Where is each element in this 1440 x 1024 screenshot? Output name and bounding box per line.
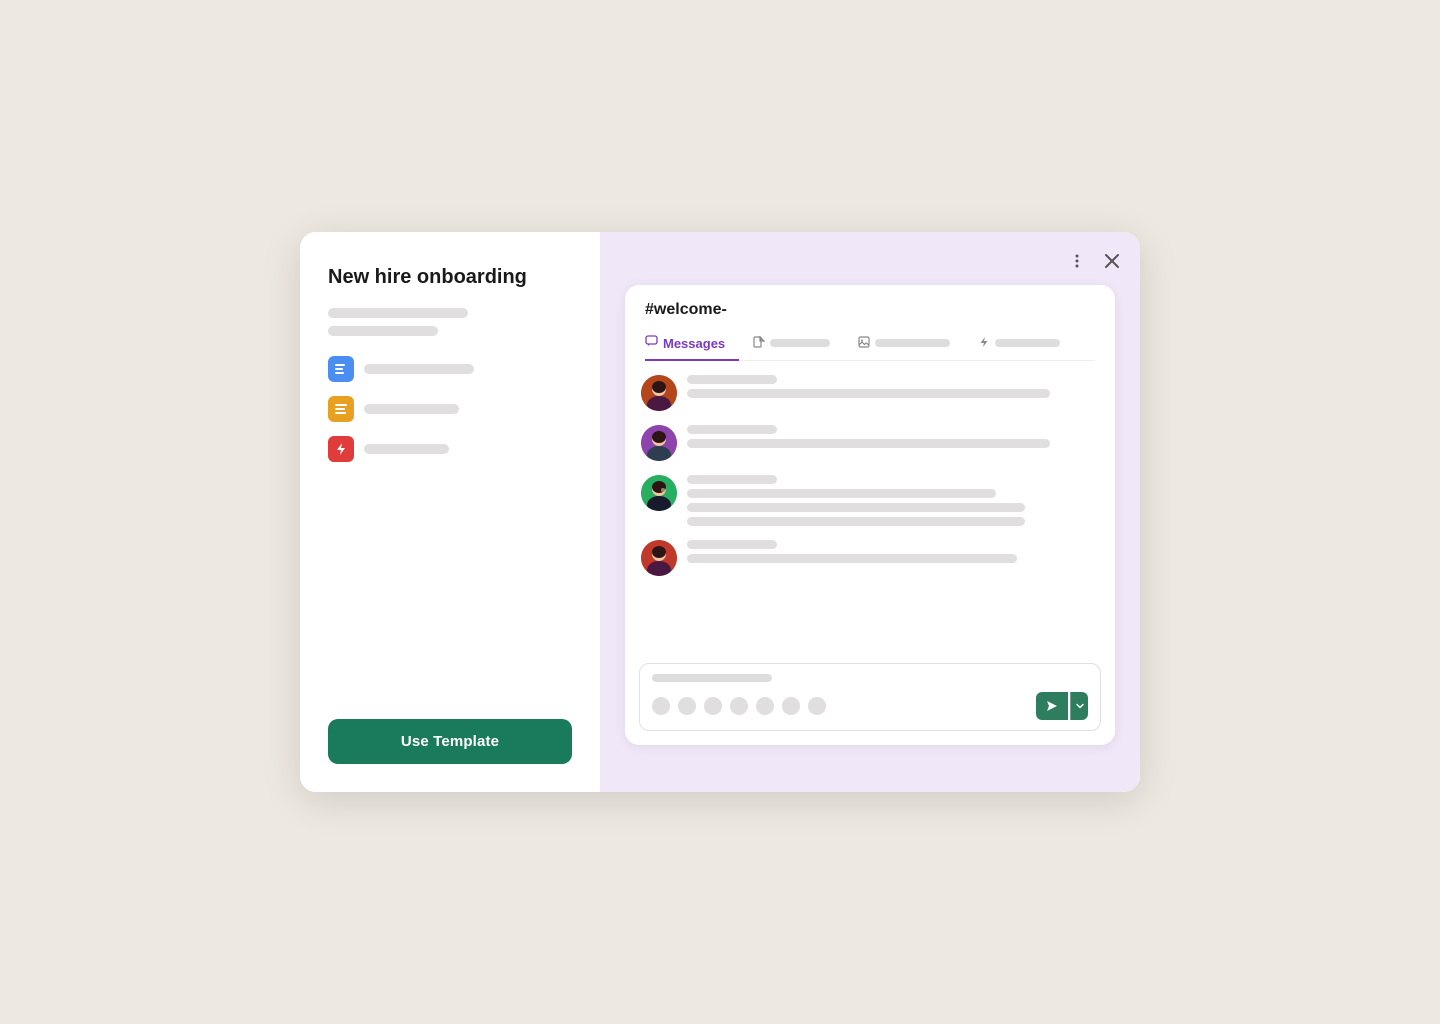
- message-row-4: [641, 540, 1099, 576]
- feature-item-1: [328, 356, 572, 382]
- toolbar-icon-6: [782, 697, 800, 715]
- msg-line-1a: [687, 389, 1050, 398]
- msg-name-skeleton-3: [687, 475, 777, 484]
- description-skeleton-1: [328, 308, 468, 318]
- msg-name-skeleton-2: [687, 425, 777, 434]
- tab-messages[interactable]: Messages: [645, 329, 739, 361]
- avatar-1: [641, 375, 677, 411]
- chat-bubble-icon: [645, 335, 658, 348]
- right-panel: #welcome- Messages: [600, 232, 1140, 792]
- msg-line-3c: [687, 517, 1025, 526]
- tab-automations[interactable]: [964, 330, 1074, 361]
- toolbar-actions: [652, 697, 826, 715]
- list-icon: [334, 402, 348, 416]
- feature-item-2: [328, 396, 572, 422]
- left-content: New hire onboarding: [328, 264, 572, 462]
- tab-messages-label: Messages: [663, 336, 725, 351]
- feature-label-3: [364, 444, 449, 454]
- feature-item-3: [328, 436, 572, 462]
- close-icon: [1104, 253, 1120, 269]
- avatar-3: [641, 475, 677, 511]
- chat-tabs: Messages: [645, 329, 1095, 361]
- top-actions: [1066, 250, 1122, 272]
- left-panel: New hire onboarding: [300, 232, 600, 792]
- avatar-2: [641, 425, 677, 461]
- message-content-1: [687, 375, 1099, 398]
- avatar-4: [641, 540, 677, 576]
- input-placeholder-skeleton: [652, 674, 772, 682]
- feature-icon-1: [328, 356, 354, 382]
- channel-name: #welcome-: [645, 301, 1095, 319]
- tasks-icon: [334, 362, 348, 376]
- automations-tab-icon: [978, 336, 990, 351]
- msg-line-3a: [687, 489, 996, 498]
- chat-preview: #welcome- Messages: [625, 285, 1115, 745]
- tab-images[interactable]: [844, 330, 964, 361]
- tab-files-skeleton: [770, 339, 830, 347]
- user-avatar-2: [641, 425, 677, 461]
- feature-label-2: [364, 404, 459, 414]
- user-avatar-4: [641, 540, 677, 576]
- toolbar-icon-7: [808, 697, 826, 715]
- toolbar-icon-4: [730, 697, 748, 715]
- tab-files[interactable]: [739, 330, 844, 361]
- messages-tab-icon: [645, 335, 658, 351]
- msg-name-skeleton-1: [687, 375, 777, 384]
- toolbar-icon-2: [678, 697, 696, 715]
- bolt-icon: [334, 442, 348, 456]
- chat-header: #welcome- Messages: [625, 285, 1115, 361]
- chat-input-area[interactable]: [639, 663, 1101, 731]
- images-tab-icon: [858, 336, 870, 351]
- more-options-icon: [1068, 252, 1086, 270]
- chevron-down-icon: [1076, 702, 1084, 710]
- message-row-2: [641, 425, 1099, 461]
- file-icon: [753, 336, 765, 348]
- feature-icon-3: [328, 436, 354, 462]
- msg-line-3b: [687, 503, 1025, 512]
- send-dropdown-button[interactable]: [1070, 692, 1088, 720]
- toolbar-icon-5: [756, 697, 774, 715]
- image-icon: [858, 336, 870, 348]
- message-row-1: [641, 375, 1099, 411]
- close-button[interactable]: [1102, 251, 1122, 271]
- message-content-4: [687, 540, 1099, 563]
- use-template-button[interactable]: Use Template: [328, 719, 572, 764]
- feature-label-1: [364, 364, 474, 374]
- user-avatar-3: [641, 475, 677, 511]
- user-avatar-1: [641, 375, 677, 411]
- tab-images-skeleton: [875, 339, 950, 347]
- send-icon: [1046, 700, 1058, 712]
- msg-line-2a: [687, 439, 1050, 448]
- more-options-button[interactable]: [1066, 250, 1088, 272]
- chat-messages: [625, 361, 1115, 663]
- bolt-tab-icon: [978, 336, 990, 348]
- msg-name-skeleton-4: [687, 540, 777, 549]
- description-skeleton-2: [328, 326, 438, 336]
- send-button[interactable]: [1036, 692, 1068, 720]
- input-toolbar: [652, 692, 1088, 720]
- message-content-2: [687, 425, 1099, 448]
- tab-automations-skeleton: [995, 339, 1060, 347]
- toolbar-icon-1: [652, 697, 670, 715]
- modal-title: New hire onboarding: [328, 264, 572, 290]
- send-area: [1036, 692, 1088, 720]
- toolbar-icon-3: [704, 697, 722, 715]
- files-tab-icon: [753, 336, 765, 351]
- message-row-3: [641, 475, 1099, 526]
- msg-line-4a: [687, 554, 1017, 563]
- modal-container: New hire onboarding: [300, 232, 1140, 792]
- message-content-3: [687, 475, 1099, 526]
- feature-icon-2: [328, 396, 354, 422]
- feature-list: [328, 356, 572, 462]
